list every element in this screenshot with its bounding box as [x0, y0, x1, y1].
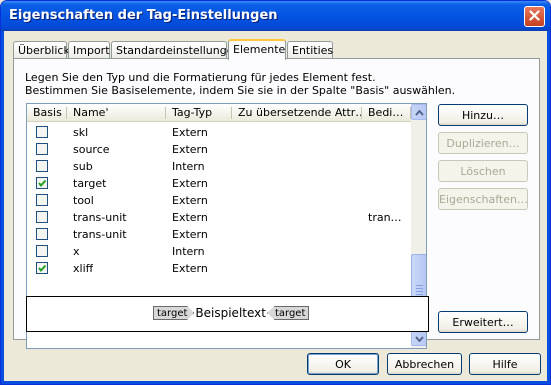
row-name: sub [73, 160, 93, 173]
checkbox-icon[interactable] [36, 194, 48, 206]
add-button[interactable]: Hinzu… [438, 104, 528, 126]
row-tag-type: Extern [172, 143, 208, 156]
checkbox-icon[interactable] [36, 245, 48, 257]
row-tag-type: Intern [172, 160, 205, 173]
window-frame-left [1, 31, 4, 384]
scroll-down-button[interactable] [411, 330, 426, 346]
elements-tab-panel: Legen Sie den Typ und die Formatierung f… [13, 58, 540, 349]
checked-checkbox-icon[interactable] [36, 262, 48, 274]
window-frame-bottom [1, 381, 550, 384]
tab-defaults[interactable]: Standardeinstellungen [111, 41, 240, 59]
title-bar[interactable]: Eigenschaften der Tag-Einstellungen [1, 1, 550, 31]
grip-line [416, 294, 423, 295]
row-name: skl [73, 126, 89, 139]
cancel-button[interactable]: Abbrechen [387, 353, 462, 375]
row-tag-type: Extern [172, 194, 208, 207]
table-row[interactable]: tool Extern [27, 192, 411, 209]
row-name: tool [73, 194, 94, 207]
dialog-window: Eigenschaften der Tag-Einstellungen Über… [0, 0, 551, 385]
tab-overview[interactable]: Überblick [13, 41, 70, 59]
description-line-1: Legen Sie den Typ und die Formatierung f… [25, 71, 376, 84]
column-header-basis[interactable]: Basis [27, 104, 67, 122]
scroll-up-arrow-icon [414, 106, 424, 119]
row-tag-type: Extern [172, 228, 208, 241]
end-tag-marker: target [266, 306, 310, 320]
ok-button[interactable]: OK [307, 353, 379, 375]
delete-button[interactable]: Löschen [438, 160, 528, 182]
row-name: x [73, 245, 80, 258]
checkbox-icon[interactable] [36, 160, 48, 172]
close-icon [529, 9, 540, 24]
preview-box: target Beispieltext target [26, 296, 429, 332]
row-name: trans-unit [73, 211, 127, 224]
grip-line [416, 285, 423, 286]
table-row[interactable]: xliff Extern [27, 260, 411, 277]
checkbox-icon[interactable] [36, 211, 48, 223]
row-name: xliff [73, 262, 94, 275]
row-tag-type: Extern [172, 126, 208, 139]
close-button[interactable] [524, 6, 545, 27]
table-row[interactable]: sub Intern [27, 158, 411, 175]
grip-line [416, 291, 423, 292]
column-header-conditions[interactable]: Bedi… [362, 104, 411, 122]
description-line-2: Bestimmen Sie Basiselemente, indem Sie s… [25, 84, 456, 97]
help-button[interactable]: Hilfe [469, 353, 541, 375]
scroll-up-button[interactable] [411, 104, 426, 120]
table-row[interactable]: trans-unit Extern tran… [27, 209, 411, 226]
duplicate-button[interactable]: Duplizieren… [438, 132, 528, 154]
row-tag-type: Intern [172, 245, 205, 258]
scroll-down-arrow-icon [414, 332, 424, 345]
row-tag-type: Extern [172, 211, 208, 224]
tab-import[interactable]: Import [68, 41, 110, 59]
row-name: target [73, 177, 107, 190]
row-conditions: tran… [368, 211, 402, 224]
table-row[interactable]: source Extern [27, 141, 411, 158]
row-tag-type: Extern [172, 177, 208, 190]
column-header-name[interactable]: Name' [67, 104, 166, 122]
description: Legen Sie den Typ und die Formatierung f… [25, 71, 455, 97]
properties-button[interactable]: Eigenschaften… [438, 188, 528, 210]
table-row[interactable]: trans-unit Extern [27, 226, 411, 243]
table-row[interactable]: target Extern [27, 175, 411, 192]
window-frame-right [547, 31, 550, 384]
sample-text: Beispieltext [195, 306, 266, 320]
checkbox-icon[interactable] [36, 228, 48, 240]
column-header-tag-type[interactable]: Tag-Typ [166, 104, 232, 122]
checkbox-icon[interactable] [36, 126, 48, 138]
checked-checkbox-icon[interactable] [36, 177, 48, 189]
tab-entities[interactable]: Entities [287, 41, 333, 59]
row-name: source [73, 143, 110, 156]
tab-elements[interactable]: Elemente [228, 39, 286, 60]
row-tag-type: Extern [172, 262, 208, 275]
checkbox-icon[interactable] [36, 143, 48, 155]
preview-sample: target Beispieltext target [153, 305, 310, 321]
table-header: Basis Name' Tag-Typ Zu übersetzende Attr… [27, 104, 411, 122]
advanced-button[interactable]: Erweitert… [438, 311, 528, 333]
table-row[interactable]: x Intern [27, 243, 411, 260]
grip-line [416, 288, 423, 289]
column-header-attributes[interactable]: Zu übersetzende Attr… [232, 104, 362, 122]
window-title: Eigenschaften der Tag-Einstellungen [9, 8, 278, 23]
start-tag-marker: target [153, 306, 195, 320]
table-row[interactable]: skl Extern [27, 124, 411, 141]
row-name: trans-unit [73, 228, 127, 241]
